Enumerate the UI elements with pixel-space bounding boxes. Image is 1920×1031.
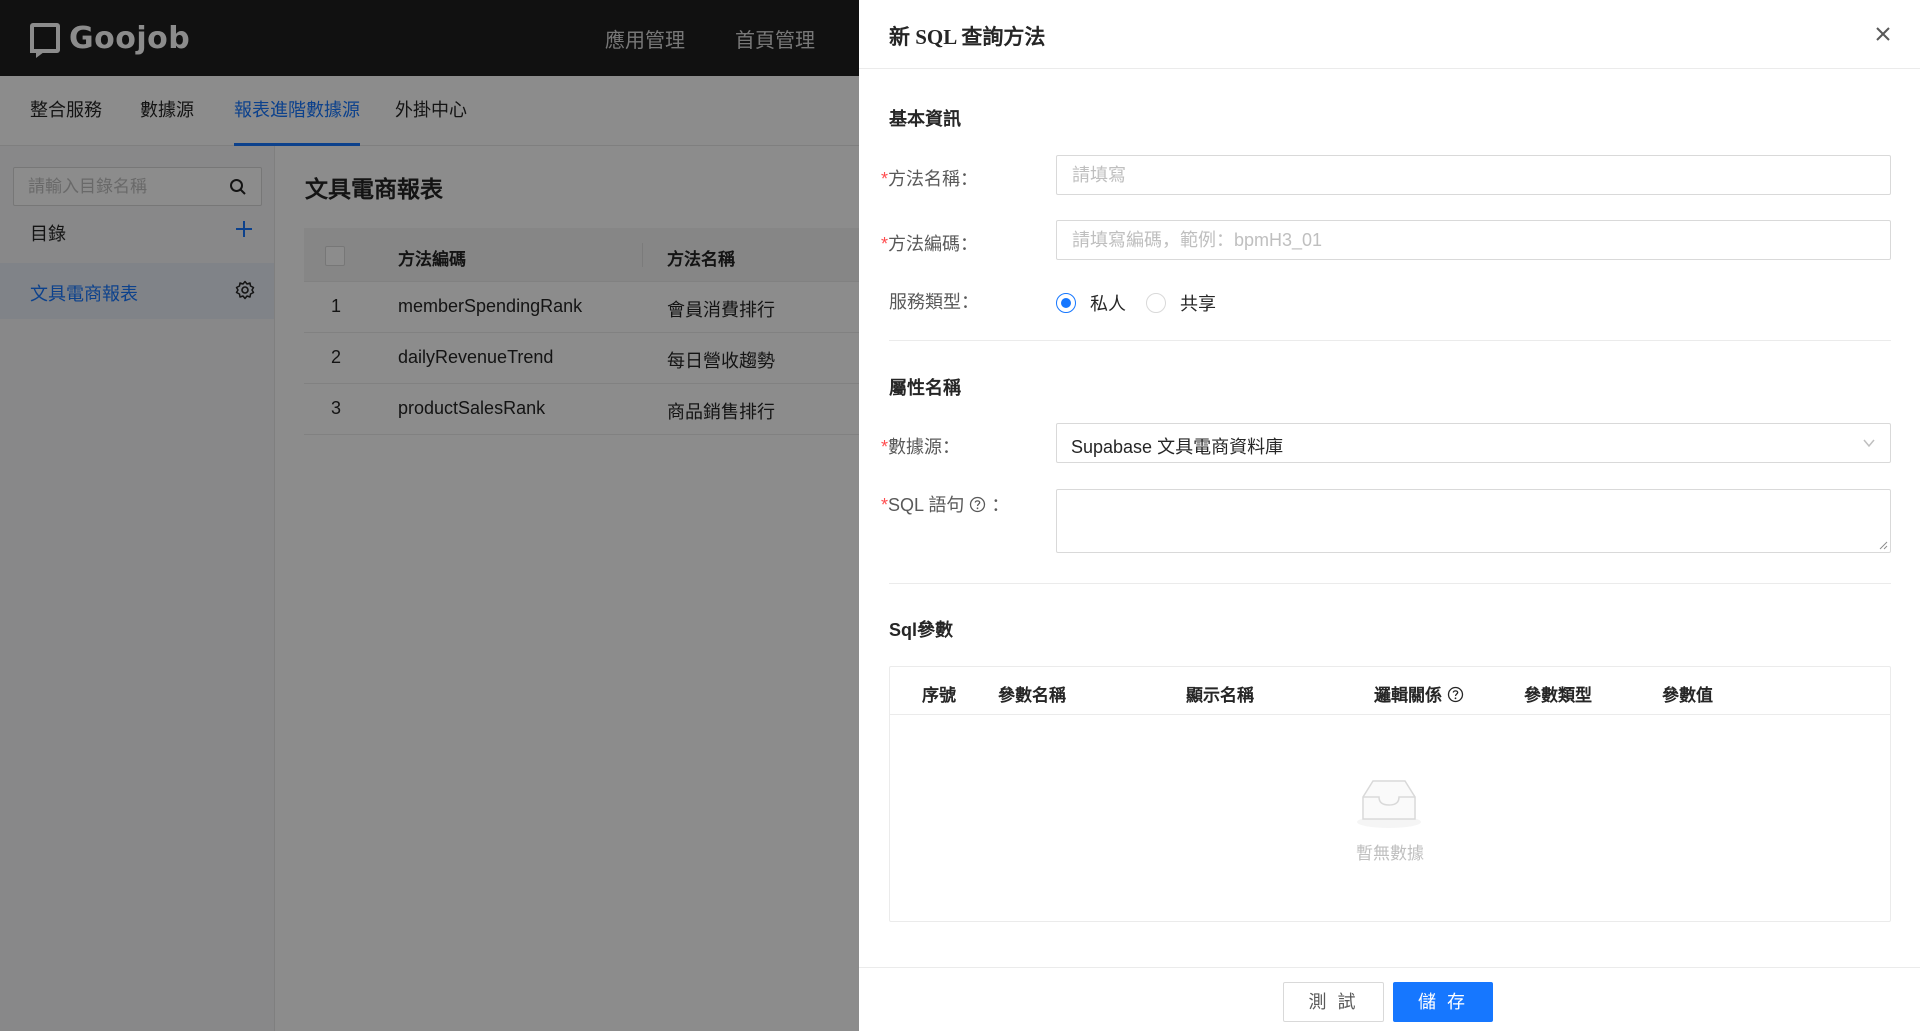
method-code-label: *方法編碼： bbox=[881, 230, 978, 256]
section-basic-info: 基本資訊 bbox=[889, 109, 961, 129]
label-text: 數據源： bbox=[888, 437, 961, 457]
label-text: 方法編碼： bbox=[888, 234, 979, 254]
required-mark: * bbox=[881, 234, 889, 254]
sql-textarea[interactable] bbox=[1056, 489, 1891, 553]
params-table-header: 序號 參數名稱 顯示名稱 邏輯關係 參數類型 參數值 bbox=[890, 667, 1890, 715]
radio-private[interactable]: 私人 bbox=[1056, 290, 1126, 316]
label-text: SQL 語句 bbox=[888, 495, 965, 515]
resize-handle-icon[interactable] bbox=[1878, 540, 1888, 550]
divider bbox=[889, 583, 1891, 584]
required-mark: * bbox=[881, 437, 889, 457]
save-button[interactable]: 儲 存 bbox=[1393, 982, 1493, 1022]
empty-inbox-icon bbox=[1357, 780, 1421, 828]
close-icon[interactable] bbox=[1875, 26, 1891, 42]
required-mark: * bbox=[881, 495, 889, 515]
column-header: 序號 bbox=[922, 686, 956, 705]
required-mark: * bbox=[881, 169, 889, 189]
question-circle-icon[interactable] bbox=[1447, 686, 1464, 703]
method-name-input[interactable] bbox=[1057, 156, 1890, 194]
new-sql-method-drawer: 新 SQL 查詢方法 基本資訊 *方法名稱： *方法編碼： 服務類型： 私人 共… bbox=[859, 0, 1920, 1031]
radio-shared[interactable]: 共享 bbox=[1146, 290, 1216, 316]
method-name-field bbox=[1056, 155, 1891, 195]
sql-params-table: 序號 參數名稱 顯示名稱 邏輯關係 參數類型 參數值 暫無數據 bbox=[889, 666, 1891, 922]
radio-checked-icon bbox=[1056, 293, 1076, 313]
chevron-down-icon bbox=[1863, 439, 1875, 448]
service-type-label: 服務類型： bbox=[889, 292, 979, 312]
column-header: 參數類型 bbox=[1524, 686, 1592, 705]
method-code-field bbox=[1056, 220, 1891, 260]
method-name-label: *方法名稱： bbox=[881, 165, 978, 191]
divider bbox=[889, 340, 1891, 341]
label-text: 方法名稱： bbox=[888, 169, 979, 189]
section-attributes: 屬性名稱 bbox=[889, 378, 961, 398]
radio-label: 共享 bbox=[1180, 294, 1216, 314]
column-header: 邏輯關係 bbox=[1374, 681, 1464, 706]
test-button[interactable]: 測 試 bbox=[1283, 982, 1384, 1022]
radio-unchecked-icon bbox=[1146, 293, 1166, 313]
column-header: 參數名稱 bbox=[998, 686, 1066, 705]
datasource-value: Supabase 文具電商資料庫 bbox=[1071, 437, 1284, 457]
drawer-title: 新 SQL 查詢方法 bbox=[889, 25, 1046, 49]
drawer-header: 新 SQL 查詢方法 bbox=[859, 0, 1920, 69]
sql-label: *SQL 語句 ： bbox=[881, 491, 1009, 517]
datasource-label: *數據源： bbox=[881, 433, 960, 459]
column-header: 參數值 bbox=[1662, 686, 1713, 705]
column-header-text: 邏輯關係 bbox=[1374, 686, 1442, 705]
method-code-input[interactable] bbox=[1057, 221, 1890, 259]
section-sql-params: Sql參數 bbox=[889, 620, 954, 640]
empty-text: 暫無數據 bbox=[1356, 844, 1424, 863]
drawer-footer: 測 試 儲 存 bbox=[859, 967, 1920, 1031]
label-colon: ： bbox=[991, 495, 1010, 515]
column-header: 顯示名稱 bbox=[1186, 686, 1254, 705]
datasource-select[interactable]: Supabase 文具電商資料庫 bbox=[1056, 423, 1891, 463]
question-circle-icon[interactable] bbox=[969, 496, 986, 513]
radio-label: 私人 bbox=[1090, 294, 1126, 314]
